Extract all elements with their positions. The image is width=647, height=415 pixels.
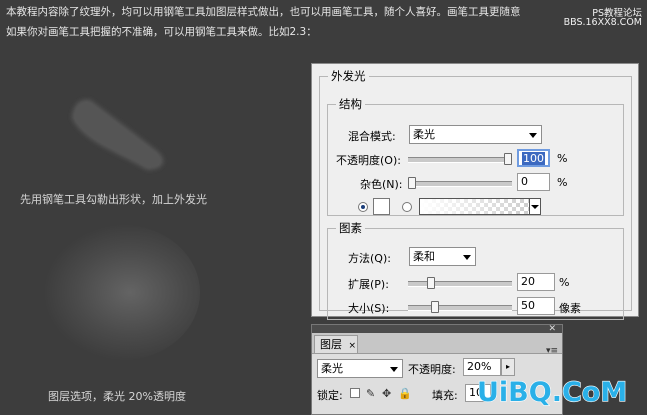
elements-group: 图素 方法(Q): 柔和 扩展(P): 20 % 大小(S): 50 像素	[327, 220, 624, 320]
opacity-unit: %	[557, 152, 568, 165]
blend-mode-label: 混合模式:	[348, 130, 396, 143]
chevron-down-icon	[529, 133, 537, 138]
opacity-input[interactable]: 100	[517, 149, 550, 167]
shape-caption: 先用钢笔工具勾勒出形状，加上外发光	[20, 193, 207, 206]
layers-panel-titlebar[interactable]: ✕	[312, 324, 562, 334]
layer-blend-select[interactable]: 柔光	[317, 359, 403, 378]
elements-legend: 图素	[339, 221, 362, 235]
chevron-down-icon	[390, 367, 398, 372]
noise-slider[interactable]	[408, 177, 512, 189]
outer-glow-group: 外发光 结构 混合模式: 柔光 不透明度(O): 100 % 杂色(N): 0 …	[319, 68, 632, 320]
size-slider[interactable]	[408, 301, 512, 313]
chevron-down-icon	[463, 255, 471, 260]
spread-slider[interactable]	[408, 277, 512, 289]
outer-glow-panel: 外发光 结构 混合模式: 柔光 不透明度(O): 100 % 杂色(N): 0 …	[311, 63, 639, 320]
opacity-slider-thumb[interactable]	[504, 153, 512, 165]
size-slider-thumb[interactable]	[431, 301, 439, 313]
layer-caption: 图层选项，柔光 20%透明度	[48, 390, 186, 403]
blend-mode-select[interactable]: 柔光	[409, 125, 542, 144]
noise-input[interactable]: 0	[517, 173, 550, 191]
gradient-radio[interactable]	[402, 202, 412, 212]
lock-move-icon[interactable]: ✥	[382, 387, 391, 400]
site-logo-text: UiBQ.CoM	[477, 377, 627, 408]
spread-input[interactable]: 20	[517, 273, 555, 291]
spread-slider-thumb[interactable]	[427, 277, 435, 289]
soft-glow-illustration	[45, 225, 200, 360]
opacity-label: 不透明度(O):	[336, 154, 401, 167]
method-label: 方法(Q):	[348, 252, 391, 265]
size-unit: 像素	[559, 302, 581, 315]
structure-legend: 结构	[339, 97, 362, 111]
glow-gradient-picker[interactable]	[419, 198, 541, 215]
structure-group: 结构 混合模式: 柔光 不透明度(O): 100 % 杂色(N): 0 %	[327, 96, 624, 216]
lock-brush-icon[interactable]: ✎	[366, 387, 375, 400]
layers-tabbar: 图层 × ▾≡	[312, 333, 562, 356]
spread-unit: %	[559, 276, 570, 289]
noise-unit: %	[557, 176, 568, 189]
intro-line-1: 本教程内容除了纹理外，均可以用钢笔工具加图层样式做出，也可以用画笔工具，随个人喜…	[6, 6, 521, 18]
method-value: 柔和	[413, 250, 435, 263]
lock-all-icon[interactable]: 🔒	[398, 387, 412, 400]
tab-layers[interactable]: 图层 ×	[314, 335, 358, 353]
site-logo: UiBQ.CoM	[476, 376, 627, 408]
spread-label: 扩展(P):	[348, 278, 389, 291]
layer-opacity-label: 不透明度:	[408, 363, 456, 376]
lock-label: 锁定:	[317, 389, 343, 402]
watermark-url: BBS.16XX8.COM	[563, 17, 642, 28]
noise-label: 杂色(N):	[360, 178, 403, 191]
noise-slider-thumb[interactable]	[408, 177, 416, 189]
intro-line-2: 如果你对画笔工具把握的不准确，可以用钢笔工具来做。比如2.3：	[6, 26, 317, 38]
glow-color-swatch[interactable]	[373, 198, 390, 215]
size-label: 大小(S):	[348, 302, 390, 315]
color-radio[interactable]	[358, 202, 368, 212]
panel-menu-icon[interactable]: ▾≡	[546, 346, 558, 356]
fill-label: 填充:	[432, 389, 458, 402]
size-input[interactable]: 50	[517, 297, 555, 315]
outer-glow-title: 外发光	[331, 69, 366, 83]
method-select[interactable]: 柔和	[409, 247, 476, 266]
opacity-slider[interactable]	[408, 153, 512, 165]
gradient-dropdown-icon[interactable]	[529, 199, 540, 214]
lock-transparent-icon[interactable]	[350, 388, 360, 398]
pen-shape-illustration	[72, 99, 163, 170]
tab-close-icon[interactable]: ×	[349, 341, 357, 351]
blend-mode-value: 柔光	[413, 128, 435, 141]
